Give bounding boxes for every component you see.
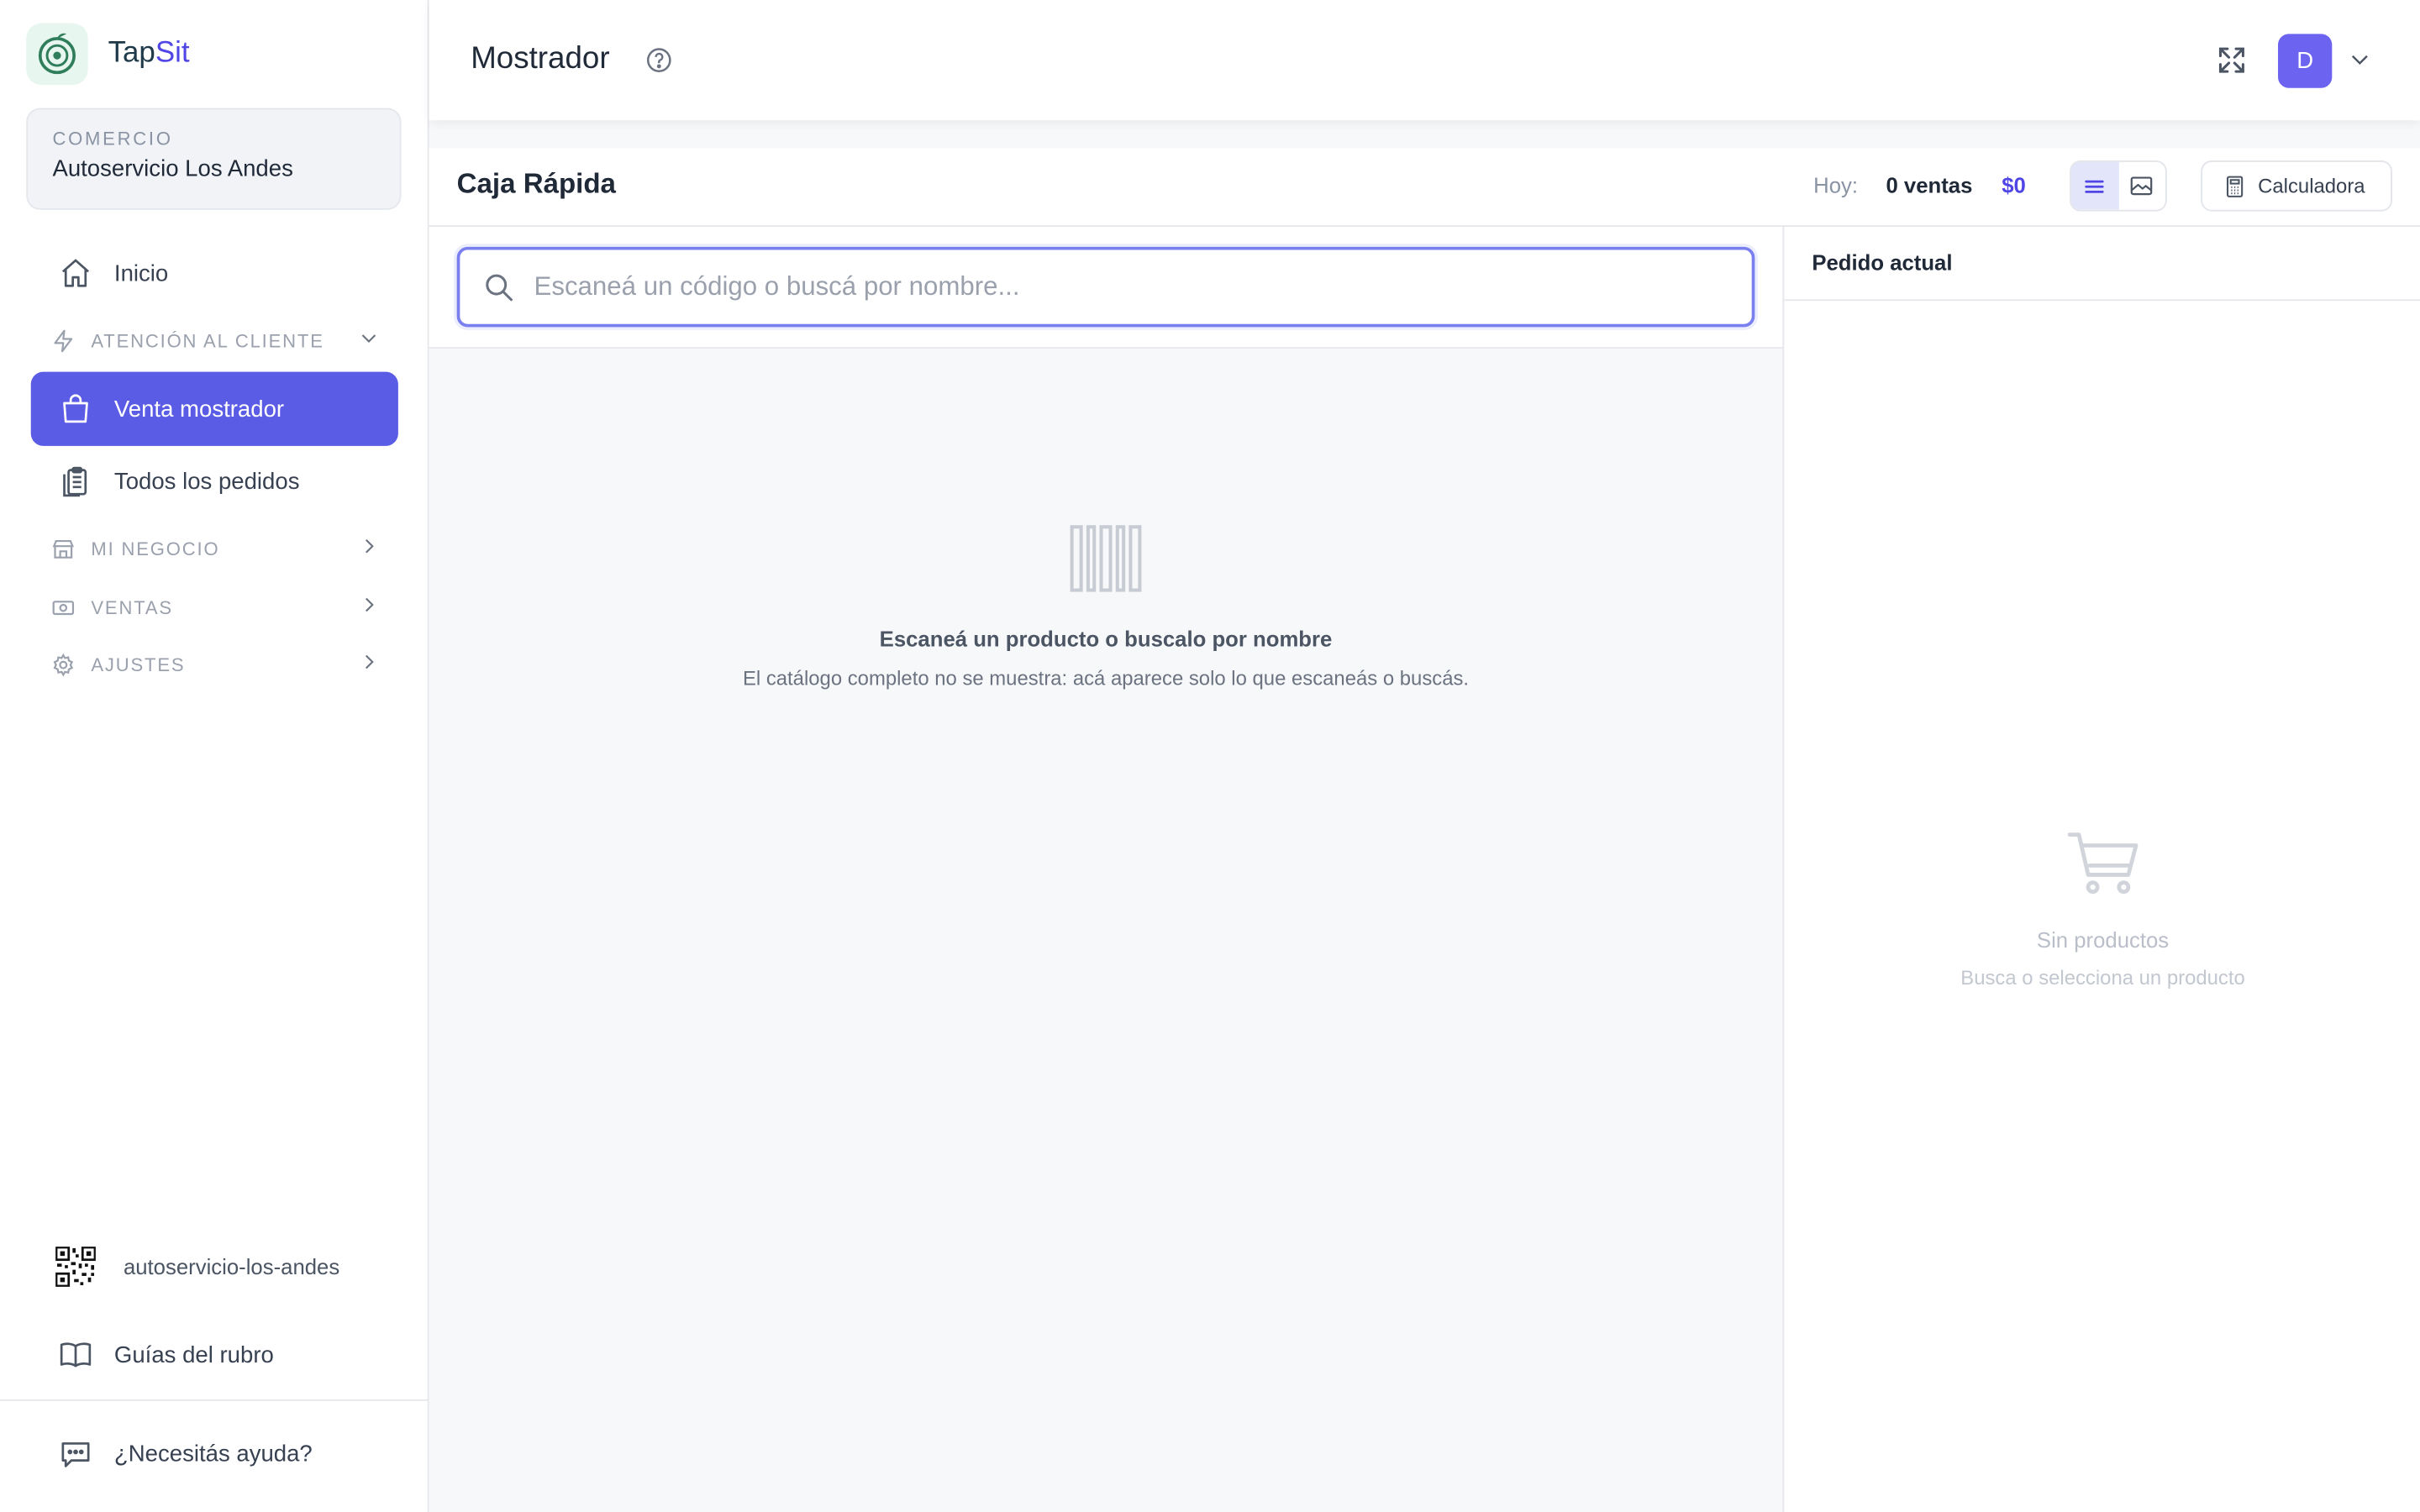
calculator-button[interactable]: Calculadora xyxy=(2201,160,2392,212)
book-icon xyxy=(59,1337,92,1371)
sidebar-item-todos-los-pedidos[interactable]: Todos los pedidos xyxy=(31,446,398,517)
register-title: Caja Rápida xyxy=(456,168,616,199)
store-slug: autoservicio-los-andes xyxy=(123,1254,340,1279)
barcode-icon xyxy=(1070,524,1144,592)
cash-icon xyxy=(50,594,77,622)
sidebar-section-ajustes[interactable]: AJUSTES xyxy=(50,647,380,684)
chevron-down-icon[interactable] xyxy=(2348,50,2372,71)
calculator-icon xyxy=(2223,174,2247,198)
sidebar-item-inicio[interactable]: Inicio xyxy=(31,238,398,308)
sidebar-section-atencion[interactable]: ATENCIÓN AL CLIENTE xyxy=(50,323,380,360)
empty-state-title: Escaneá un producto o buscalo por nombre xyxy=(879,626,1333,652)
sidebar-item-guias[interactable]: Guías del rubro xyxy=(31,1319,398,1389)
catalog-empty-state: Escaneá un producto o buscalo por nombre… xyxy=(429,349,1783,1512)
sidebar-item-label: Guías del rubro xyxy=(113,1341,274,1368)
order-title: Pedido actual xyxy=(1812,249,1953,275)
sidebar-section-mi-negocio[interactable]: MI NEGOCIO xyxy=(50,531,380,568)
help-label: ¿Necesitás ayuda? xyxy=(113,1440,313,1467)
divider xyxy=(0,1399,428,1401)
chevron-down-icon xyxy=(358,327,380,353)
sidebar-item-label: Todos los pedidos xyxy=(113,468,300,495)
sales-count: 0 ventas xyxy=(1886,172,1973,198)
list-icon xyxy=(2085,179,2105,192)
store-name: Autoservicio Los Andes xyxy=(52,155,293,182)
image-view-button[interactable] xyxy=(2118,162,2165,210)
current-order-panel: Pedido actual Sin productos Busca o sele… xyxy=(1782,227,2420,1512)
brand[interactable]: TapSit xyxy=(26,23,190,86)
help-button[interactable]: ¿Necesitás ayuda? xyxy=(31,1418,398,1488)
search-box[interactable] xyxy=(456,246,1755,328)
store-selector[interactable]: COMERCIO Autoservicio Los Andes xyxy=(26,108,402,210)
chevron-right-icon xyxy=(358,594,380,620)
sidebar-section-label: VENTAS xyxy=(91,596,173,619)
cart-icon xyxy=(2066,826,2140,900)
calculator-label: Calculadora xyxy=(2258,174,2365,198)
brand-name: TapSit xyxy=(108,37,190,70)
today-label: Hoy: xyxy=(1813,172,1859,198)
store-link[interactable]: autoservicio-los-andes xyxy=(55,1246,340,1288)
image-icon xyxy=(2131,176,2153,196)
view-toggle xyxy=(2070,160,2167,212)
sidebar-section-label: MI NEGOCIO xyxy=(91,538,220,560)
search-icon xyxy=(481,270,515,303)
chevron-right-icon xyxy=(358,651,380,677)
order-empty-title: Sin productos xyxy=(2036,927,2170,953)
clipboard-icon xyxy=(59,465,92,498)
sidebar-section-ventas[interactable]: VENTAS xyxy=(50,590,380,627)
empty-state-subtitle: El catálogo completo no se muestra: acá … xyxy=(742,666,1470,690)
sidebar-item-label: Venta mostrador xyxy=(113,396,285,423)
bolt-icon xyxy=(50,327,77,354)
chevron-right-icon xyxy=(358,535,380,561)
shopping-bag-icon xyxy=(59,392,92,426)
home-icon xyxy=(59,256,92,290)
sales-total: $0 xyxy=(2002,172,2026,198)
logo-icon xyxy=(26,23,88,86)
list-view-button[interactable] xyxy=(2070,161,2118,210)
sidebar-section-label: AJUSTES xyxy=(91,654,186,676)
order-empty-subtitle: Busca o selecciona un producto xyxy=(1960,965,2245,990)
store-icon xyxy=(50,535,77,563)
store-label: COMERCIO xyxy=(52,128,173,150)
sidebar-section-label: ATENCIÓN AL CLIENTE xyxy=(91,330,324,352)
sidebar: TapSit COMERCIO Autoservicio Los Andes I… xyxy=(0,0,429,1512)
search-input[interactable] xyxy=(534,271,1707,303)
gear-icon xyxy=(50,651,77,679)
pos-toolbar: Caja Rápida Hoy: 0 ventas $0 Calculadora xyxy=(429,148,2420,228)
order-header: Pedido actual xyxy=(1784,227,2420,302)
chat-icon xyxy=(59,1436,92,1470)
top-header: Mostrador D xyxy=(429,0,2420,121)
sidebar-item-venta-mostrador[interactable]: Venta mostrador xyxy=(30,371,398,446)
search-area xyxy=(429,227,1783,349)
qr-code-icon xyxy=(55,1246,97,1288)
user-avatar[interactable]: D xyxy=(2278,34,2333,88)
page-title: Mostrador xyxy=(471,41,610,76)
sidebar-item-label: Inicio xyxy=(113,260,169,286)
help-circle-icon[interactable] xyxy=(645,46,673,74)
fullscreen-icon[interactable] xyxy=(2215,43,2249,76)
